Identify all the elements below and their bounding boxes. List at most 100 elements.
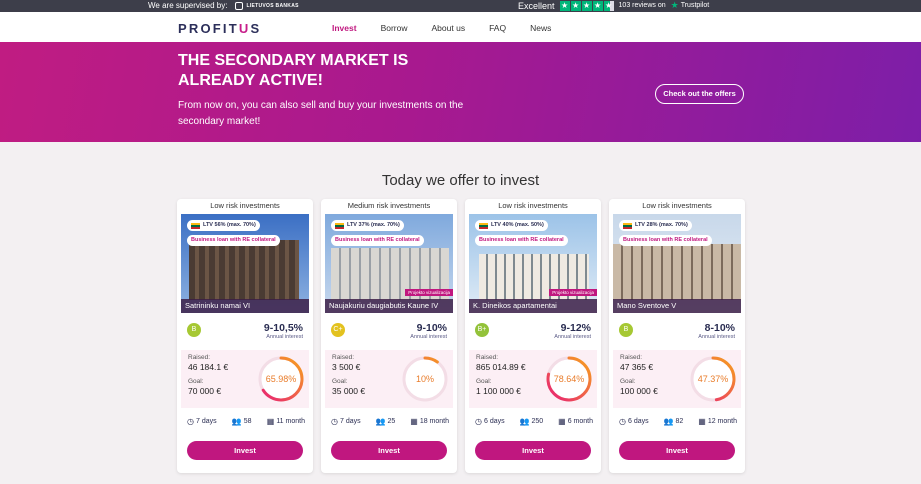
trustpilot-widget[interactable]: Excellent ★ ★ ★ ★ ★ 103 reviews on ★ Trus… — [518, 0, 709, 11]
loan-term: ▦ 6 month — [558, 417, 593, 426]
lietuvos-bankas-logo[interactable]: LIETUVOS BANKAS — [235, 1, 299, 10]
project-visualization-badge: Projekto vizualizacija — [549, 289, 597, 296]
supervised-text: We are supervised by: — [148, 1, 228, 10]
days-left: ◷ 7 days — [331, 417, 361, 426]
hero-title: THE SECONDARY MARKET IS ALREADY ACTIVE! — [178, 52, 409, 89]
invest-button[interactable]: Invest — [331, 441, 447, 460]
days-left: ◷ 6 days — [619, 417, 649, 426]
risk-level: Low risk investments — [642, 201, 712, 210]
lithuania-flag-icon — [191, 222, 200, 229]
bank-name: LIETUVOS BANKAS — [246, 2, 299, 9]
project-photo[interactable]: LTV 37% (max. 70%) Business loan with RE… — [325, 214, 453, 313]
calendar-icon: ▦ — [698, 417, 706, 426]
loan-type-badge: Business loan with RE collateral — [619, 235, 712, 246]
raised-value: 3 500 € — [332, 362, 361, 372]
ltv-badge: LTV 40% (max. 50%) — [475, 220, 548, 231]
rating-stars: ★ ★ ★ ★ ★ — [559, 0, 614, 11]
top-info-bar: We are supervised by: LIETUVOS BANKAS Ex… — [0, 0, 921, 12]
progress-percent: 78.64% — [554, 374, 585, 384]
trustpilot-logo: ★ Trustpilot — [670, 0, 710, 10]
star-icon: ★ — [592, 0, 603, 11]
days-left: ◷ 6 days — [475, 417, 505, 426]
goal-label: Goal: — [188, 378, 204, 385]
risk-grade-badge: B — [187, 323, 201, 337]
investment-card[interactable]: Medium risk investments LTV 37% (max. 70… — [321, 199, 457, 473]
hero-text: From now on, you can also sell and buy y… — [178, 100, 464, 127]
progress-ring: 78.64% — [546, 356, 592, 402]
raised-value: 46 184.1 € — [188, 362, 229, 372]
loan-term: ▦ 12 month — [698, 417, 737, 426]
annual-interest-label: Annual interest — [410, 334, 447, 340]
investment-card[interactable]: Low risk investments LTV 28% (max. 70%) … — [609, 199, 745, 473]
calendar-icon: ▦ — [558, 417, 566, 426]
project-name: Satrininku namai VI — [181, 299, 309, 313]
progress-percent: 47.37% — [698, 374, 729, 384]
nav-borrow[interactable]: Borrow — [381, 23, 408, 33]
nav-news[interactable]: News — [530, 23, 551, 33]
star-icon: ★ — [570, 0, 581, 11]
loan-meta: ◷ 6 days 👥 82 ▦ 12 month — [619, 417, 737, 426]
nav-about-us[interactable]: About us — [432, 23, 466, 33]
users-icon: 👥 — [231, 417, 242, 426]
risk-level: Medium risk investments — [347, 201, 431, 210]
trustpilot-star-icon: ★ — [670, 0, 679, 10]
raised-value: 47 365 € — [620, 362, 654, 372]
investment-card[interactable]: Low risk investments LTV 56% (max. 70%) … — [177, 199, 313, 473]
hero-banner: THE SECONDARY MARKET IS ALREADY ACTIVE! … — [0, 42, 921, 142]
main-navigation: PROFITUS Invest Borrow About us FAQ News — [0, 12, 921, 42]
interest-rate-value: 9-10% — [416, 322, 447, 334]
investor-count: 👥 250 — [519, 417, 544, 426]
risk-grade-badge: B — [619, 323, 633, 337]
star-icon: ★ — [559, 0, 570, 11]
loan-meta: ◷ 6 days 👥 250 ▦ 6 month — [475, 417, 593, 426]
loan-type-badge: Business loan with RE collateral — [331, 235, 424, 246]
lithuania-flag-icon — [623, 222, 632, 229]
goal-label: Goal: — [620, 378, 636, 385]
project-photo[interactable]: LTV 56% (max. 70%) Business loan with RE… — [181, 214, 309, 313]
investment-card[interactable]: Low risk investments LTV 40% (max. 50%) … — [465, 199, 601, 473]
funding-stats: Raised: 865 014.89 € Goal: 1 100 000 € 7… — [469, 350, 597, 408]
invest-button[interactable]: Invest — [619, 441, 735, 460]
clock-icon: ◷ — [619, 417, 626, 426]
goal-value: 100 000 € — [620, 386, 658, 396]
investor-count: 👥 82 — [663, 417, 684, 426]
lithuania-flag-icon — [479, 222, 488, 229]
progress-percent: 10% — [416, 374, 434, 384]
loan-meta: ◷ 7 days 👥 25 ▦ 18 month — [331, 417, 449, 426]
loan-type-badge: Business loan with RE collateral — [475, 235, 568, 246]
funding-stats: Raised: 3 500 € Goal: 35 000 € 10% — [325, 350, 453, 408]
rating-word: Excellent — [518, 0, 555, 11]
goal-value: 1 100 000 € — [476, 386, 521, 396]
users-icon: 👥 — [663, 417, 674, 426]
raised-label: Raised: — [476, 354, 499, 361]
clock-icon: ◷ — [475, 417, 482, 426]
nav-faq[interactable]: FAQ — [489, 23, 506, 33]
lithuania-flag-icon — [335, 222, 344, 229]
loan-term: ▦ 11 month — [266, 417, 305, 426]
invest-button[interactable]: Invest — [475, 441, 591, 460]
invest-button[interactable]: Invest — [187, 441, 303, 460]
nav-menu: Invest Borrow About us FAQ News — [332, 23, 575, 33]
project-photo[interactable]: LTV 40% (max. 50%) Business loan with RE… — [469, 214, 597, 313]
goal-label: Goal: — [332, 378, 348, 385]
days-left: ◷ 7 days — [187, 417, 217, 426]
check-offers-button[interactable]: Check out the offers — [655, 84, 744, 104]
risk-level: Low risk investments — [498, 201, 568, 210]
progress-percent: 65.98% — [266, 374, 297, 384]
project-photo[interactable]: LTV 28% (max. 70%) Business loan with RE… — [613, 214, 741, 313]
star-icon: ★ — [581, 0, 592, 11]
photo-building — [189, 240, 299, 300]
calendar-icon: ▦ — [410, 417, 418, 426]
annual-interest-label: Annual interest — [554, 334, 591, 340]
supervision-notice: We are supervised by: LIETUVOS BANKAS — [148, 1, 299, 10]
nav-invest[interactable]: Invest — [332, 23, 357, 33]
risk-grade-badge: C+ — [331, 323, 345, 337]
interest-rate: 9-10,5% Annual interest — [264, 322, 303, 340]
review-count: 103 reviews on — [618, 2, 666, 9]
profitus-logo[interactable]: PROFITUS — [178, 21, 261, 36]
funding-stats: Raised: 47 365 € Goal: 100 000 € 47.37% — [613, 350, 741, 408]
project-name: Naujakuriu daugiabutis Kaune IV — [325, 299, 453, 313]
raised-label: Raised: — [332, 354, 355, 361]
interest-rate-value: 8-10% — [704, 322, 735, 334]
goal-label: Goal: — [476, 378, 492, 385]
